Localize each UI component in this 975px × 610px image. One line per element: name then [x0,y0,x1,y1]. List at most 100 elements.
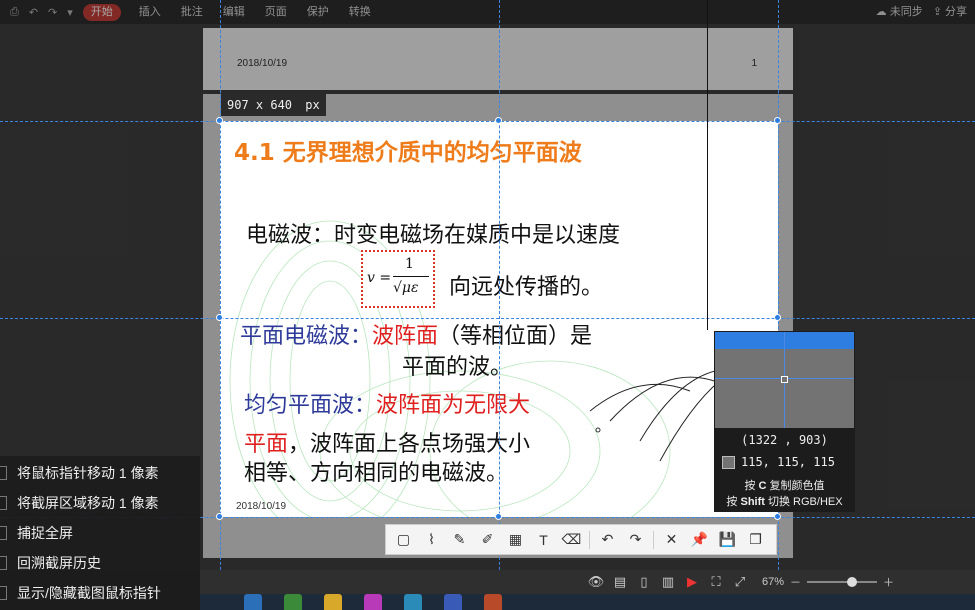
fullscreen-icon[interactable]: ⤢ [730,574,750,590]
flat-red: 平面 [244,432,289,457]
status-bar: 👁 ▤ ▯ ▥ ▶ ⛶ ⤢ 67% － ＋ [200,570,975,594]
capture-toolbar: ▢ ⌇ ✎ ✐ ▦ T ⌫ ↶ ↷ ✕ 📌 💾 ❐ [385,524,777,555]
zoom-slider-knob[interactable] [847,577,858,587]
dim-overlay-top [0,0,975,121]
eraser-icon[interactable]: ⌫ [558,527,585,553]
hint-history: 回溯截屏历史 [0,549,101,577]
mosaic-icon[interactable]: ▦ [502,527,529,553]
resize-handle-sw[interactable] [216,513,223,520]
hint-copy-post: 复制颜色值 [769,480,825,492]
slide-date: 2018/10/19 [236,501,287,512]
plane-wave-line: 平面电磁波：波阵面（等相位面）是 [240,318,592,350]
resize-handle-n[interactable] [495,117,502,124]
formula-fraction-bar [393,276,429,277]
resize-handle-e[interactable] [774,314,781,321]
hint-label: 显示/隐藏截图鼠标指针 [17,585,161,601]
single-page-icon[interactable]: ▤ [610,574,630,590]
eye-icon[interactable]: 👁 [586,574,606,590]
taskbar-app-icon[interactable] [364,594,382,610]
hint-label: 回溯截屏历史 [17,555,101,571]
taskbar-app-icon[interactable] [484,594,502,610]
cursor-coordinates: (1322 , 903) [741,433,828,447]
capture-size-unit: px [305,98,320,112]
taskbar-app-icon[interactable] [244,594,262,610]
pen-icon[interactable]: ✎ [446,527,473,553]
zoom-out-icon[interactable]: － [790,574,801,590]
plane-wave-line-2: 平面的波。 [402,355,513,380]
resize-handle-nw[interactable] [216,117,223,124]
close-icon[interactable]: ✕ [658,527,685,553]
key-icon [0,556,7,570]
page-view-icon[interactable]: ▯ [634,574,654,590]
key-icon [0,526,7,540]
magnifier-center-pixel [781,376,788,383]
book-view-icon[interactable]: ▥ [658,574,678,590]
hint-switch-pre: 按 [726,496,738,508]
resize-handle-se[interactable] [774,513,781,520]
plane-wave-red: 波阵面 [372,324,439,349]
formula-numerator: 1 [405,256,414,272]
zoom-level[interactable]: 67% [762,576,784,588]
hint-move-region: 将截屏区域移动 1 像素 [0,489,159,517]
hint-switch-post: 切换 RGB/HEX [768,496,843,508]
shortcut-hint-menu: 将鼠标指针移动 1 像素 将截屏区域移动 1 像素 捕捉全屏 回溯截屏历史 显示… [0,456,200,610]
magnifier-panel: (1322 , 903) 115, 115, 115 按 C 复制颜色值 按 S… [714,331,855,512]
uniform-wave-red: 波阵面为无限大 [376,393,531,418]
uniform-wave-line: 均匀平面波：波阵面为无限大 [244,387,530,419]
color-value: 115, 115, 115 [741,455,835,469]
redo-icon[interactable]: ↷ [622,527,649,553]
toolbar-separator [653,530,654,549]
guide-line-middle [0,318,975,319]
copy-color-hint: 按 C 复制颜色值 [714,477,855,493]
pin-icon[interactable]: 📌 [686,527,713,553]
capture-size-value: 907 x 640 [227,98,293,112]
play-icon[interactable]: ▶ [682,574,702,590]
hint-capture-fullscreen: 捕捉全屏 [0,519,73,547]
plane-wave-label: 平面电磁波： [240,324,373,349]
color-swatch [722,455,735,469]
key-icon [0,466,7,480]
text-icon[interactable]: T [530,527,557,553]
guide-line-top [0,121,975,122]
copy-icon[interactable]: ❐ [742,527,769,553]
key-icon [0,586,7,600]
hint-label: 捕捉全屏 [17,525,73,541]
resize-handle-s[interactable] [495,513,502,520]
resize-handle-w[interactable] [216,314,223,321]
taskbar-app-icon[interactable] [404,594,422,610]
zoom-slider[interactable] [807,577,878,587]
key-icon [0,496,7,510]
resize-handle-ne[interactable] [774,117,781,124]
switch-format-hint: 按 Shift 切换 RGB/HEX [714,493,855,509]
taskbar-app-icon[interactable] [284,594,302,610]
flat-line: 平面，波阵面上各点场强大小 [244,426,530,458]
plane-wave-rest: （等相位面）是 [438,324,593,349]
hint-label: 将截屏区域移动 1 像素 [17,495,159,511]
undo-icon[interactable]: ↶ [594,527,621,553]
hint-copy-pre: 按 [744,480,756,492]
velocity-formula: v = 1 √με [361,250,435,308]
hint-move-cursor: 将鼠标指针移动 1 像素 [0,459,159,487]
save-icon[interactable]: 💾 [714,527,741,553]
slide-line-2: 向远处传播的。 [449,275,604,300]
magnifier-view [715,332,854,428]
taskbar-app-icon[interactable] [444,594,462,610]
hint-switch-key: Shift [740,496,765,508]
hint-copy-key: C [758,480,767,492]
flat-rest: ，波阵面上各点场强大小 [288,432,531,457]
formula-denominator: √με [393,280,419,296]
taskbar-app-icon[interactable] [324,594,342,610]
fit-icon[interactable]: ⛶ [706,574,726,590]
zoom-in-icon[interactable]: ＋ [883,574,894,590]
slide-title: 4.1 无界理想介质中的均匀平面波 [234,140,582,166]
color-value-row: 115, 115, 115 [722,455,835,469]
hint-toggle-cursor: 显示/隐藏截图鼠标指针 [0,579,161,607]
capture-size-label: 907 x 640 px [221,94,326,116]
mouse-crosshair-vertical [707,0,708,330]
rectangle-icon[interactable]: ▢ [390,527,417,553]
toolbar-separator [589,530,590,549]
marker-icon[interactable]: ✐ [474,527,501,553]
uniform-wave-label: 均匀平面波： [244,393,377,418]
polyline-icon[interactable]: ⌇ [418,527,445,553]
taskbar [200,594,975,610]
